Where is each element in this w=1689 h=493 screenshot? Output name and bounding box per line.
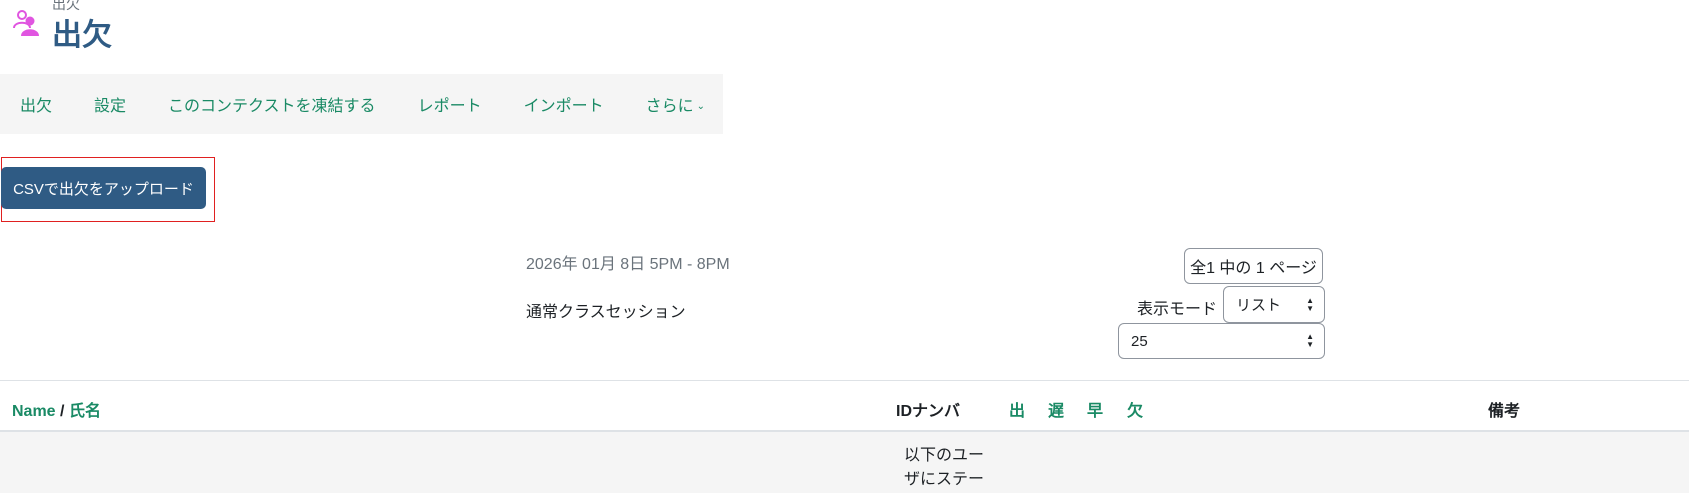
table-row: 以下のユーザにステー bbox=[0, 432, 1689, 493]
pagination-info[interactable]: 全1 中の 1 ページ bbox=[1184, 248, 1323, 284]
nav-item-settings[interactable]: 設定 bbox=[94, 92, 126, 116]
sort-by-name-ja-link[interactable]: 氏名 bbox=[69, 403, 101, 420]
sort-by-name-link[interactable]: Name bbox=[12, 403, 56, 420]
remarks-column-header: 備考 bbox=[1488, 403, 1521, 420]
view-mode-select[interactable]: リスト ▲ ▼ bbox=[1223, 286, 1325, 323]
nav-item-freeze-context[interactable]: このコンテクストを凍結する bbox=[168, 92, 376, 116]
page-title: 出欠 bbox=[52, 19, 112, 52]
per-page-value: 25 bbox=[1131, 332, 1148, 350]
page-header: 出欠 出欠 bbox=[0, 0, 600, 60]
chevron-down-icon: ⌄ bbox=[696, 101, 705, 112]
upload-csv-button[interactable]: CSVで出欠をアップロード bbox=[1, 167, 206, 209]
status-absent-header[interactable]: 欠 bbox=[1127, 397, 1143, 421]
id-number-column-header: IDナンバ bbox=[896, 403, 961, 420]
nav-item-import[interactable]: インポート bbox=[524, 92, 604, 116]
status-notice-text: 以下のユーザにステー bbox=[904, 447, 985, 488]
select-arrows-icon: ▲ ▼ bbox=[1306, 295, 1314, 313]
nav-item-more-label: さらに bbox=[645, 98, 694, 115]
status-late-header[interactable]: 遅 bbox=[1048, 397, 1064, 421]
per-page-select[interactable]: 25 ▲ ▼ bbox=[1118, 323, 1325, 359]
nav-item-attendance[interactable]: 出欠 bbox=[20, 92, 52, 116]
secondary-navigation: 出欠 設定 このコンテクストを凍結する レポート インポート さらに ⌄ bbox=[0, 74, 723, 134]
nav-item-more[interactable]: さらに ⌄ bbox=[646, 92, 705, 116]
table-header-row: Name / 氏名 IDナンバ 出 遅 早 欠 備考 bbox=[0, 381, 1689, 431]
view-mode-label: 表示モード bbox=[1137, 301, 1218, 318]
name-column-header: Name / 氏名 bbox=[12, 397, 101, 421]
status-early-header[interactable]: 早 bbox=[1087, 397, 1103, 421]
attendance-people-icon bbox=[12, 8, 42, 36]
nav-item-report[interactable]: レポート bbox=[418, 92, 482, 116]
view-mode-value: リスト bbox=[1236, 297, 1282, 314]
session-type: 通常クラスセッション bbox=[526, 304, 686, 321]
status-present-header[interactable]: 出 bbox=[1009, 397, 1025, 421]
header-separator: / bbox=[60, 403, 65, 420]
select-arrows-icon: ▲ ▼ bbox=[1306, 332, 1314, 349]
session-date: 2026年 01月 8日 5PM - 8PM bbox=[526, 256, 730, 273]
